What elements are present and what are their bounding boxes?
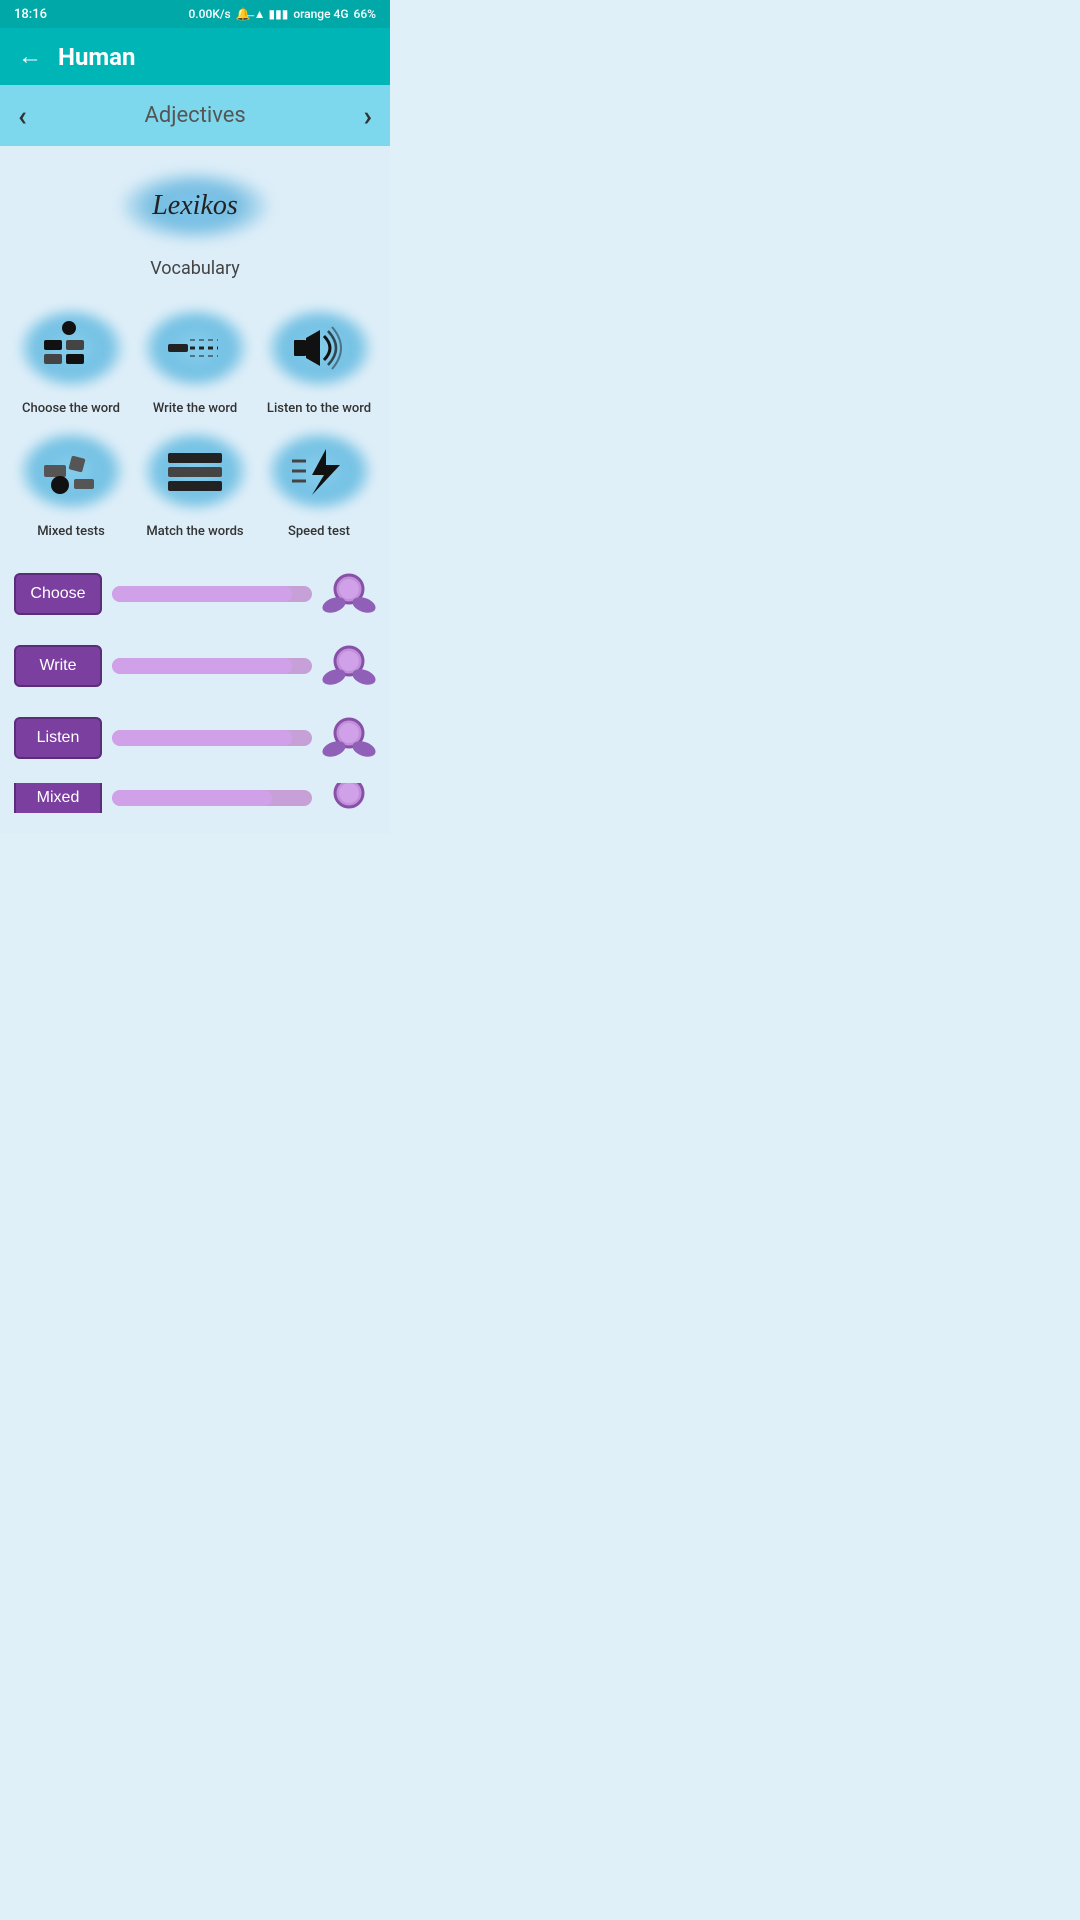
mixed-tests-label: Mixed tests: [37, 524, 105, 539]
write-word-label: Write the word: [153, 401, 237, 416]
progress-row-listen: Listen: [14, 711, 376, 765]
choose-progress-bar: [112, 586, 312, 602]
choose-button[interactable]: Choose: [14, 573, 102, 615]
page-title: Human: [58, 43, 135, 71]
next-category-button[interactable]: ›: [364, 99, 372, 132]
choose-word-label: Choose the word: [22, 401, 120, 416]
battery: 66%: [354, 7, 376, 21]
listen-progress-bar: [112, 730, 312, 746]
choose-word-icon: [36, 318, 106, 378]
vocabulary-label: Vocabulary: [150, 258, 240, 279]
category-nav: ‹ Adjectives ›: [0, 85, 390, 146]
status-bar: 18:16 0.00K/s 🔔̶ ▲ ▮▮▮ orange 4G 66%: [0, 0, 390, 28]
activity-listen-word[interactable]: Listen to the word: [262, 303, 376, 416]
logo-text: Lexikos: [152, 190, 238, 222]
mixed-progress-fill: [112, 790, 272, 806]
signal-icons: 🔔̶ ▲ ▮▮▮: [236, 7, 289, 21]
progress-row-write: Write: [14, 639, 376, 693]
listen-progress-fill: [112, 730, 292, 746]
activity-grid: Choose the word Write the word: [14, 303, 376, 539]
activity-mixed-tests[interactable]: Mixed tests: [14, 426, 128, 539]
write-button[interactable]: Write: [14, 645, 102, 687]
activity-write-word[interactable]: Write the word: [138, 303, 252, 416]
mixed-badge: [322, 783, 376, 813]
write-progress-bar: [112, 658, 312, 674]
match-words-icon-wrap: [140, 426, 250, 516]
write-word-icon: [160, 318, 230, 378]
vocabulary-section: Lexikos Vocabulary: [14, 166, 376, 279]
write-badge-icon: [322, 639, 376, 693]
status-right: 0.00K/s 🔔̶ ▲ ▮▮▮ orange 4G 66%: [188, 7, 376, 21]
activity-speed-test[interactable]: Speed test: [262, 426, 376, 539]
choose-badge: [322, 567, 376, 621]
lexikos-logo[interactable]: Lexikos: [115, 166, 275, 246]
progress-section: Choose Write: [14, 567, 376, 813]
mixed-button[interactable]: Mixed: [14, 783, 102, 813]
match-words-label: Match the words: [146, 524, 243, 539]
write-progress-fill: [112, 658, 292, 674]
listen-word-label: Listen to the word: [267, 401, 371, 416]
mixed-tests-icon: [36, 441, 106, 501]
carrier: orange 4G: [293, 7, 348, 21]
listen-badge-icon: [322, 711, 376, 765]
network-speed: 0.00K/s: [188, 7, 230, 21]
listen-word-icon: [284, 318, 354, 378]
choose-progress-fill: [112, 586, 292, 602]
progress-row-choose: Choose: [14, 567, 376, 621]
match-words-icon: [160, 441, 230, 501]
write-badge: [322, 639, 376, 693]
mixed-tests-icon-wrap: [16, 426, 126, 516]
status-time: 18:16: [14, 7, 47, 22]
app-header: ← Human: [0, 28, 390, 85]
choose-badge-icon: [322, 567, 376, 621]
progress-row-mixed: Mixed: [14, 783, 376, 813]
activity-choose-word[interactable]: Choose the word: [14, 303, 128, 416]
listen-badge: [322, 711, 376, 765]
listen-button[interactable]: Listen: [14, 717, 102, 759]
speed-test-icon: [284, 441, 354, 501]
mixed-badge-icon: [322, 783, 376, 813]
speed-test-label: Speed test: [288, 524, 350, 539]
main-content: Lexikos Vocabulary Choose the word: [0, 146, 390, 833]
choose-word-icon-wrap: [16, 303, 126, 393]
mixed-progress-bar: [112, 790, 312, 806]
activity-match-words[interactable]: Match the words: [138, 426, 252, 539]
category-name: Adjectives: [144, 103, 245, 128]
speed-test-icon-wrap: [264, 426, 374, 516]
back-button[interactable]: ←: [18, 42, 42, 71]
listen-word-icon-wrap: [264, 303, 374, 393]
prev-category-button[interactable]: ‹: [18, 99, 27, 132]
write-word-icon-wrap: [140, 303, 250, 393]
